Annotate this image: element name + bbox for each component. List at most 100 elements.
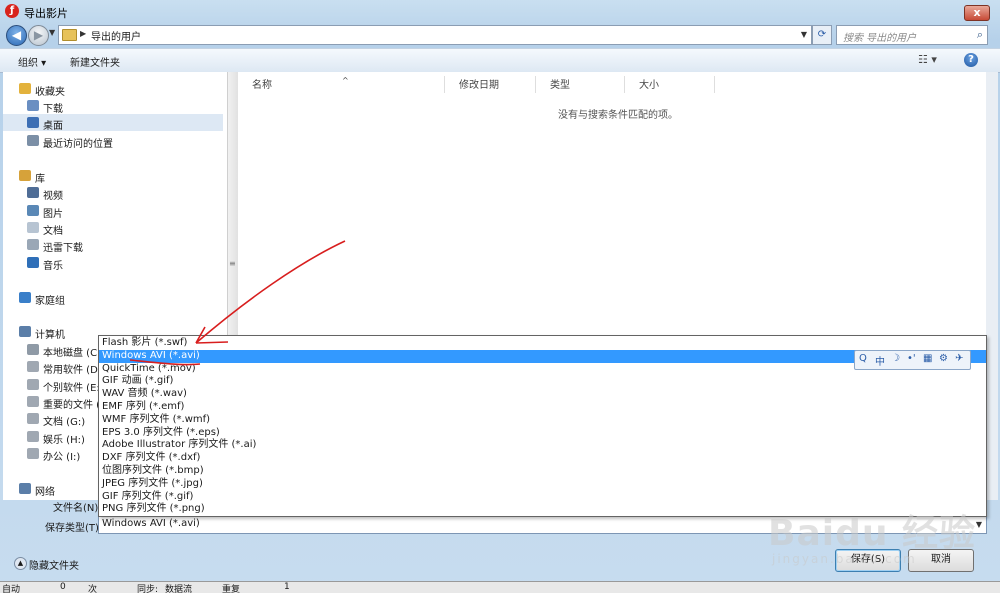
sidebar-item[interactable]: 库	[3, 167, 223, 185]
sidebar-item-label: 办公 (I:)	[43, 452, 81, 463]
sidebar-item[interactable]: 音乐	[3, 254, 223, 272]
drive-icon	[27, 396, 39, 407]
library-icon	[19, 170, 31, 181]
documents-icon	[27, 222, 39, 233]
address-bar[interactable]: ▶ 导出的用户 ▼	[58, 25, 812, 45]
baidu-watermark-logo: Baidu 经验 jingyan.baidu.com	[768, 486, 993, 576]
sidebar-item[interactable]: 文档	[3, 219, 223, 237]
column-header-type[interactable]: 类型	[536, 76, 625, 93]
ime-halfwidth-icon[interactable]: ☽	[891, 353, 900, 364]
column-name-label: 名称	[252, 80, 272, 91]
sort-ascending-icon: ^	[342, 76, 349, 85]
homegroup-icon	[19, 292, 31, 303]
drive-icon	[27, 361, 39, 372]
address-row: ◀ ▶ ▼ ▶ 导出的用户 ▼ ⟳ 搜索 导出的用户 ⌕	[0, 22, 1000, 46]
drive-icon	[27, 379, 39, 390]
background-app-text: 同步:	[137, 585, 159, 593]
sidebar-item-label: 娱乐 (H:)	[43, 435, 85, 446]
sidebar-item-label: 最近访问的位置	[43, 139, 113, 150]
empty-message: 没有与搜索条件匹配的项。	[558, 110, 678, 121]
ime-toolbar: Q 中 ☽ •' ▦ ⚙ ✈	[854, 350, 971, 370]
sidebar-item[interactable]: 家庭组	[3, 289, 223, 307]
search-placeholder: 搜索 导出的用户	[843, 33, 917, 44]
ime-punctuation-icon[interactable]: •'	[907, 353, 916, 364]
sidebar-item[interactable]: 最近访问的位置	[3, 132, 223, 150]
sidebar-item-label: 本地磁盘 (C:)	[43, 348, 105, 359]
breadcrumb-chevron-icon[interactable]: ▶	[80, 29, 86, 38]
sidebar-item[interactable]: 图片	[3, 202, 223, 220]
savetype-value: Windows AVI (*.avi)	[102, 518, 200, 529]
ime-logo-icon[interactable]: Q	[859, 353, 867, 364]
sidebar-item-label: 库	[35, 174, 45, 185]
file-type-option[interactable]: WAV 音频 (*.wav)	[99, 388, 986, 401]
sidebar-item[interactable]: 桌面	[3, 114, 223, 132]
star-icon	[19, 83, 31, 94]
download-folder-icon	[27, 100, 39, 111]
background-app-text: 数据流	[165, 585, 193, 593]
refresh-button[interactable]: ⟳	[812, 25, 832, 45]
address-dropdown-icon[interactable]: ▼	[801, 30, 807, 39]
organize-button[interactable]: 组织 ▾	[18, 54, 46, 69]
file-type-option[interactable]: Windows AVI (*.avi)	[99, 349, 986, 363]
column-header-date[interactable]: 修改日期	[445, 76, 536, 93]
back-button[interactable]: ◀	[6, 25, 27, 46]
ime-tools-icon[interactable]: ✈	[955, 353, 963, 364]
file-type-option[interactable]: QuickTime (*.mov)	[99, 363, 986, 376]
sidebar-item[interactable]: 迅雷下载	[3, 236, 223, 254]
desktop-icon	[27, 117, 39, 128]
sidebar-item-label: 常用软件 (D:)	[43, 365, 106, 376]
help-icon[interactable]: ?	[964, 53, 978, 67]
collapse-icon[interactable]: ▲	[14, 557, 27, 570]
savetype-label: 保存类型(T):	[45, 523, 103, 534]
network-icon	[19, 483, 31, 494]
drive-icon	[27, 448, 39, 459]
column-date-label: 修改日期	[459, 80, 499, 91]
file-type-option[interactable]: Flash 影片 (*.swf)	[99, 337, 986, 350]
ime-keyboard-icon[interactable]: ▦	[923, 353, 932, 364]
sidebar-item[interactable]: 视频	[3, 184, 223, 202]
right-scroll-strip[interactable]	[986, 72, 998, 500]
drive-icon	[27, 431, 39, 442]
column-size-label: 大小	[639, 80, 659, 91]
drive-c-icon	[27, 344, 39, 355]
file-type-option[interactable]: 位图序列文件 (*.bmp)	[99, 465, 986, 478]
sidebar-item-label: 下载	[43, 104, 63, 115]
file-type-option[interactable]: GIF 动画 (*.gif)	[99, 375, 986, 388]
view-options-button[interactable]: ☷ ▾	[918, 53, 937, 66]
background-app-text: 自动	[2, 585, 21, 593]
file-type-option[interactable]: EMF 序列 (*.emf)	[99, 401, 986, 414]
sidebar-item[interactable]: 收藏夹	[3, 80, 223, 98]
background-app-text: 次	[88, 585, 98, 593]
sidebar-item-label: 收藏夹	[35, 87, 65, 98]
sidebar-item-label: 文档 (G:)	[43, 417, 86, 428]
search-icon[interactable]: ⌕	[977, 28, 983, 42]
close-button[interactable]: x	[964, 5, 990, 21]
forward-button[interactable]: ▶	[28, 25, 49, 46]
title-bar: ƒ 导出影片 x	[0, 0, 1000, 22]
video-icon	[27, 187, 39, 198]
sidebar-item-label: 桌面	[43, 121, 63, 132]
file-type-option[interactable]: WMF 序列文件 (*.wmf)	[99, 414, 986, 427]
watermark-logo-text: Baidu 经验	[768, 513, 977, 554]
file-type-option[interactable]: Adobe Illustrator 序列文件 (*.ai)	[99, 439, 986, 452]
recent-places-icon	[27, 135, 39, 146]
splitter-grip-icon[interactable]: ≡	[229, 259, 236, 268]
ime-chinese-mode-icon[interactable]: 中	[875, 353, 885, 368]
sidebar-item-label: 视频	[43, 191, 63, 202]
breadcrumb-current[interactable]: 导出的用户	[91, 28, 141, 43]
column-header-name[interactable]: 名称 ^	[238, 76, 445, 93]
sidebar-item[interactable]: 下载	[3, 97, 223, 115]
background-app-text: 1	[284, 582, 290, 592]
watermark-url: jingyan.baidu.com	[772, 552, 917, 566]
sidebar-item-label: 文档	[43, 226, 63, 237]
command-toolbar: 组织 ▾ 新建文件夹 ☷ ▾ ?	[0, 48, 1000, 73]
sidebar-item-label: 计算机	[35, 330, 65, 341]
column-header-size[interactable]: 大小	[625, 76, 715, 93]
file-type-option[interactable]: DXF 序列文件 (*.dxf)	[99, 452, 986, 465]
export-movie-dialog: ƒ 导出影片 x ◀ ▶ ▼ ▶ 导出的用户 ▼ ⟳ 搜索 导出的用户 ⌕ 组织…	[0, 0, 1000, 593]
recent-locations-dropdown[interactable]: ▼	[49, 28, 55, 37]
search-input[interactable]: 搜索 导出的用户 ⌕	[836, 25, 988, 45]
new-folder-button[interactable]: 新建文件夹	[70, 54, 120, 69]
file-type-option[interactable]: EPS 3.0 序列文件 (*.eps)	[99, 427, 986, 440]
ime-settings-icon[interactable]: ⚙	[939, 353, 948, 364]
